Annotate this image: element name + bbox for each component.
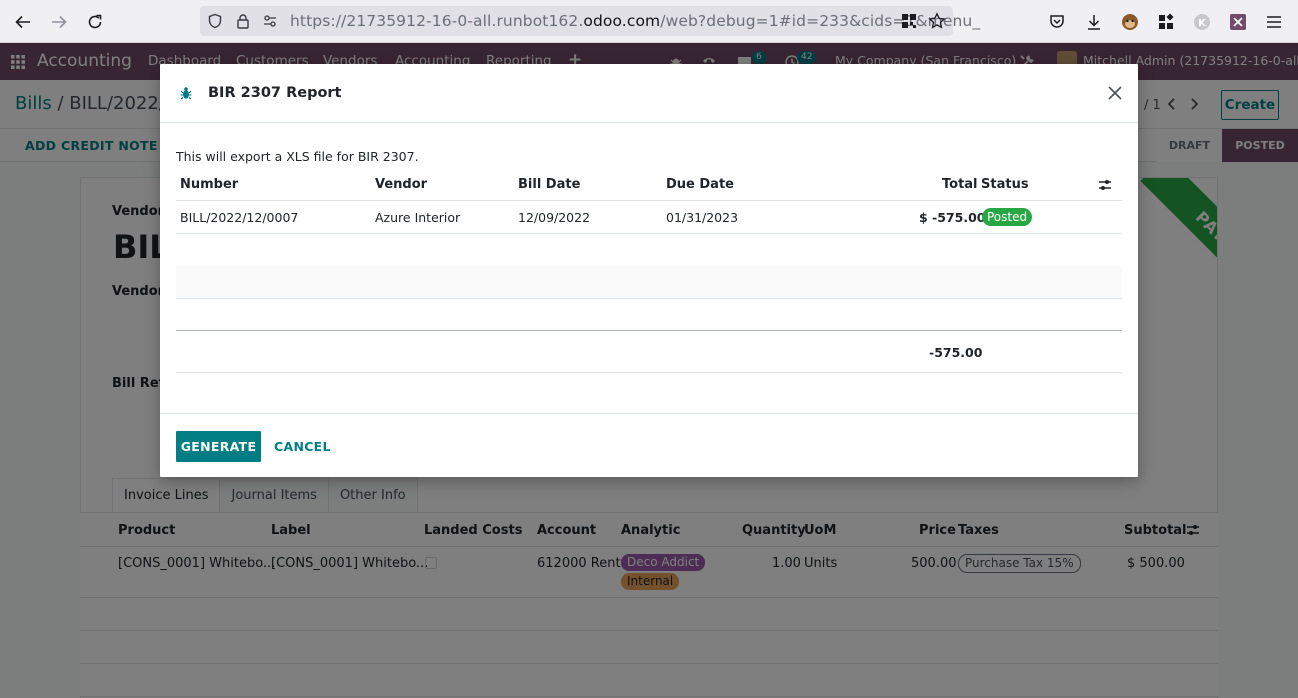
monkey-extension-icon[interactable] [1119,11,1141,33]
k-extension-icon[interactable]: K [1191,11,1213,33]
status-badge: Posted [982,208,1033,226]
col-bill-date[interactable]: Bill Date [518,177,580,192]
bill-due-date: 01/31/2023 [666,210,739,225]
lock-icon[interactable] [233,11,253,31]
bills-table-header: Number Vendor Bill Date Due Date Total S… [176,168,1122,201]
close-icon[interactable] [1104,82,1126,104]
col-total[interactable]: Total [942,177,978,192]
empty-row [176,234,1122,267]
col-vendor[interactable]: Vendor [375,177,427,192]
shield-icon[interactable] [205,11,225,31]
pocket-icon[interactable] [1046,11,1068,33]
empty-row [176,299,1122,332]
odoo-extension-icon[interactable] [1227,11,1249,33]
optional-columns-icon[interactable] [1098,178,1112,196]
download-icon[interactable] [1083,11,1105,33]
col-due-date[interactable]: Due Date [666,177,734,192]
table-footer: -575.00 [176,330,1122,373]
cancel-button[interactable]: CANCEL [274,431,331,462]
forward-arrow-icon[interactable] [46,9,72,35]
svg-text:K: K [1198,18,1207,29]
empty-row [176,266,1122,299]
dialog-header: BIR 2307 Report [160,64,1138,123]
back-arrow-icon[interactable] [10,9,36,35]
bookmark-star-icon[interactable] [927,11,947,31]
reload-icon[interactable] [82,9,108,35]
qr-code-icon[interactable] [899,11,919,31]
bill-date: 12/09/2022 [518,210,591,225]
bill-total: $ -575.00 [919,210,986,225]
browser-toolbar: https://21735912-16-0-all.runbot162.odoo… [0,0,1298,43]
bir-2307-dialog: BIR 2307 Report This will export a XLS f… [160,64,1138,477]
debug-bug-icon [180,86,194,100]
permissions-icon[interactable] [260,11,280,31]
extensions-grid-icon[interactable] [1155,11,1177,33]
dialog-title: BIR 2307 Report [208,85,342,101]
bill-vendor: Azure Interior [375,210,461,225]
col-status[interactable]: Status [981,177,1029,192]
hamburger-menu-icon[interactable] [1263,11,1285,33]
dialog-footer: GENERATE CANCEL [160,413,1138,477]
url-bar[interactable]: https://21735912-16-0-all.runbot162.odoo… [200,6,980,36]
dialog-intro-text: This will export a XLS file for BIR 2307… [176,149,419,164]
bill-number: BILL/2022/12/0007 [180,210,299,225]
total-sum: -575.00 [929,345,983,360]
generate-button[interactable]: GENERATE [176,431,261,462]
col-number[interactable]: Number [180,177,238,192]
table-row[interactable]: BILL/2022/12/0007 Azure Interior 12/09/2… [176,201,1122,234]
url-text: https://21735912-16-0-all.runbot162.odoo… [290,12,981,30]
